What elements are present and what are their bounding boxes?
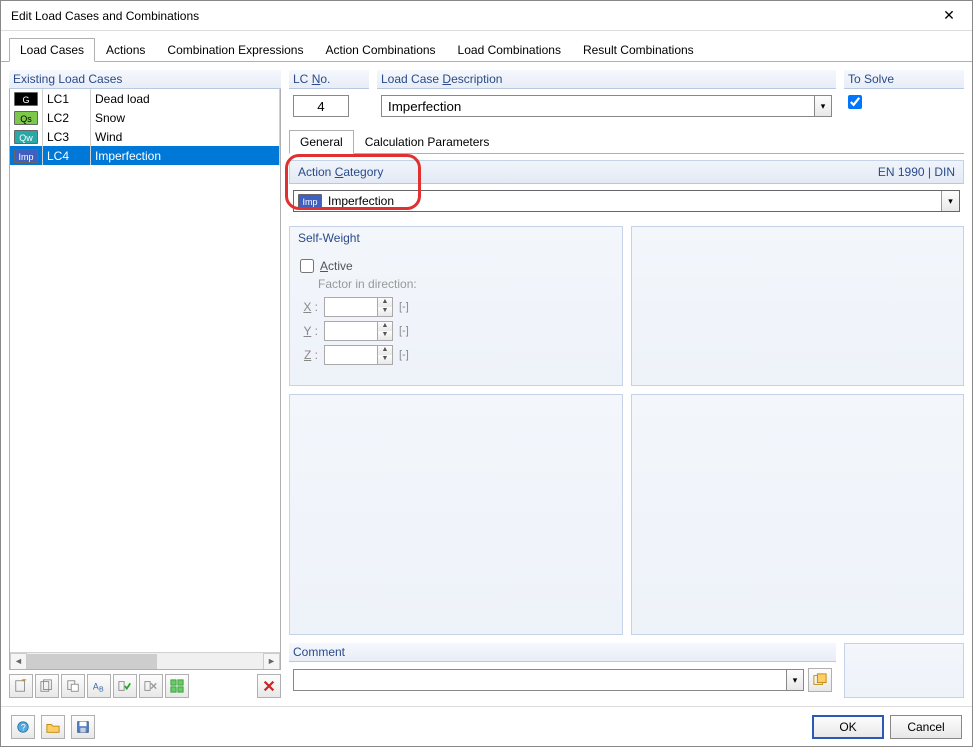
load-case-row[interactable]: G LC1Dead load (10, 89, 280, 108)
load-case-row[interactable]: Imp LC4Imperfection (10, 146, 280, 165)
axis-label: X : (300, 300, 318, 314)
tab-load-combinations[interactable]: Load Combinations (447, 38, 572, 62)
check-button[interactable] (113, 674, 137, 698)
axis-label: Z : (300, 348, 318, 362)
subtab-general[interactable]: General (289, 130, 354, 154)
case-desc: Imperfection (91, 146, 280, 165)
comment-library-button[interactable] (808, 668, 832, 692)
action-category-label: Action Category (298, 165, 383, 179)
ok-button[interactable]: OK (812, 715, 884, 739)
axis-unit: [-] (399, 325, 409, 337)
axis-unit: [-] (399, 349, 409, 361)
axis-x-input[interactable] (324, 297, 378, 317)
window-title: Edit Load Cases and Combinations (11, 9, 199, 23)
svg-text:?: ? (21, 722, 26, 732)
spin-down[interactable]: ▼ (378, 331, 392, 340)
new-case-button[interactable] (9, 674, 33, 698)
case-code: LC4 (43, 146, 91, 165)
save-button[interactable] (71, 715, 95, 739)
delete-button[interactable] (257, 674, 281, 698)
comment-label: Comment (289, 643, 836, 662)
tab-action-combinations[interactable]: Action Combinations (314, 38, 446, 62)
comment-side-panel (844, 643, 964, 698)
load-case-row[interactable]: Qw LC3Wind (10, 127, 280, 146)
help-button[interactable]: ? (11, 715, 35, 739)
subtab-calculation-parameters[interactable]: Calculation Parameters (354, 130, 501, 154)
load-case-list[interactable]: G LC1Dead load Qs LC2Snow Qw LC3Wind Imp LC4Imp… (9, 89, 281, 670)
case-tag: Imp (14, 149, 38, 163)
comment-dropdown[interactable]: ▾ (786, 669, 804, 691)
scroll-left-arrow[interactable]: ◄ (10, 653, 27, 670)
self-weight-header: Self-Weight (290, 227, 622, 249)
active-label: Active (320, 259, 353, 273)
case-tag: Qw (14, 130, 38, 144)
tab-load-cases[interactable]: Load Cases (9, 38, 95, 62)
tab-combination-expressions[interactable]: Combination Expressions (156, 38, 314, 62)
main-tab-bar: Load CasesActionsCombination Expressions… (1, 31, 972, 62)
existing-cases-header: Existing Load Cases (9, 70, 281, 89)
axis-unit: [-] (399, 301, 409, 313)
lc-no-label: LC No. (289, 70, 369, 89)
case-desc: Snow (91, 108, 280, 127)
open-button[interactable] (41, 715, 65, 739)
description-dropdown[interactable]: ▾ (814, 95, 832, 117)
case-desc: Wind (91, 127, 280, 146)
select-all-button[interactable] (165, 674, 189, 698)
load-case-row[interactable]: Qs LC2Snow (10, 108, 280, 127)
spin-up[interactable]: ▲ (378, 346, 392, 355)
comment-input[interactable] (293, 669, 786, 691)
action-category-tag: Imp (298, 194, 322, 208)
case-tag: Qs (14, 111, 38, 125)
spin-up[interactable]: ▲ (378, 322, 392, 331)
case-code: LC2 (43, 108, 91, 127)
to-solve-label: To Solve (844, 70, 964, 89)
tab-result-combinations[interactable]: Result Combinations (572, 38, 705, 62)
svg-text:B: B (99, 686, 104, 693)
axis-label: Y : (300, 324, 318, 338)
cancel-button[interactable]: Cancel (890, 715, 962, 739)
standard-label: EN 1990 | DIN (878, 165, 955, 179)
spin-down[interactable]: ▼ (378, 307, 392, 316)
spin-up[interactable]: ▲ (378, 298, 392, 307)
case-desc: Dead load (91, 89, 280, 108)
copy-button[interactable] (61, 674, 85, 698)
axis-y-input[interactable] (324, 321, 378, 341)
factor-direction-label: Factor in direction: (318, 277, 612, 291)
scroll-thumb[interactable] (27, 654, 157, 669)
placeholder-panel-right (631, 394, 965, 635)
case-code: LC3 (43, 127, 91, 146)
active-checkbox[interactable] (300, 259, 314, 273)
new-multi-button[interactable] (35, 674, 59, 698)
placeholder-panel-left (289, 394, 623, 635)
action-category-value: Imperfection (326, 194, 941, 208)
case-tag: G (14, 92, 38, 106)
tab-actions[interactable]: Actions (95, 38, 156, 62)
axis-z-input[interactable] (324, 345, 378, 365)
hscroll[interactable]: ◄ ► (10, 652, 280, 669)
case-code: LC1 (43, 89, 91, 108)
rename-button[interactable]: AB (87, 674, 111, 698)
scroll-right-arrow[interactable]: ► (263, 653, 280, 670)
action-category-dropdown[interactable]: ▾ (941, 191, 959, 211)
to-solve-checkbox[interactable] (848, 95, 862, 109)
description-label: Load Case Description (377, 70, 836, 89)
spin-down[interactable]: ▼ (378, 355, 392, 364)
svg-text:A: A (93, 682, 99, 692)
description-input[interactable] (381, 95, 814, 117)
close-button[interactable]: ✕ (934, 5, 964, 27)
lc-no-input[interactable] (293, 95, 349, 117)
action-category-combo[interactable]: Imp Imperfection ▾ (293, 190, 960, 212)
uncheck-button[interactable] (139, 674, 163, 698)
